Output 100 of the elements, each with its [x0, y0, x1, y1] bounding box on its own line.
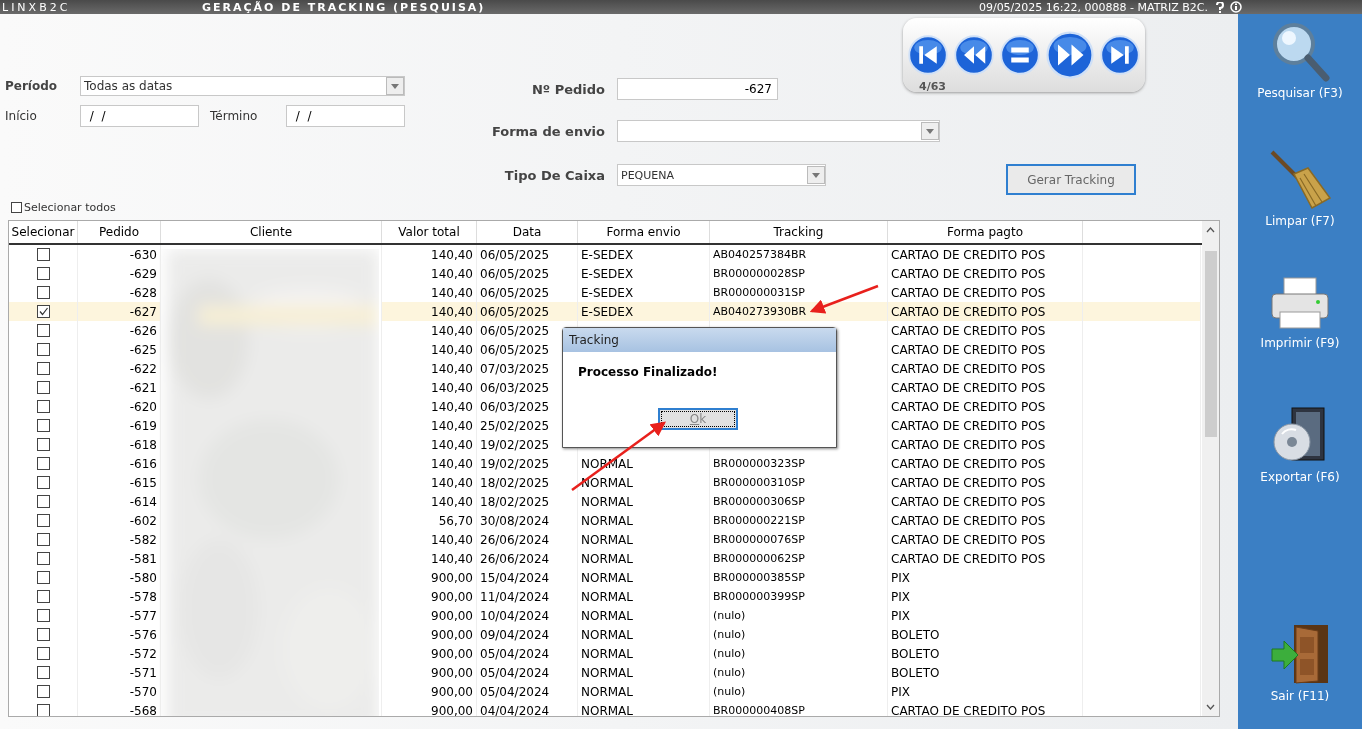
sidebar-button[interactable]: Imprimir (F9) [1256, 274, 1344, 402]
table-cell: 26/06/2024 [480, 551, 550, 566]
column-header[interactable]: Forma envio [578, 221, 710, 243]
sidebar-button[interactable]: Sair (F11) [1266, 621, 1334, 705]
end-date-field[interactable]: / / [286, 105, 405, 127]
first-icon[interactable] [908, 35, 948, 75]
scroll-up-icon[interactable] [1206, 227, 1215, 233]
checkbox[interactable] [36, 685, 50, 698]
table-cell: -616 [129, 456, 157, 471]
table-cell: 900,00 [431, 684, 473, 699]
table-cell: 05/04/2024 [480, 665, 550, 680]
checkbox[interactable] [36, 495, 50, 508]
info-icon[interactable] [1230, 1, 1242, 13]
table-cell: -578 [129, 589, 157, 604]
order-number-field[interactable]: -627 [617, 78, 778, 100]
scrollbar[interactable] [1202, 221, 1219, 716]
table-cell: CARTAO DE CREDITO POS [891, 323, 1046, 338]
table-cell: NORMAL [581, 589, 633, 604]
checkbox[interactable] [36, 305, 50, 318]
sidebar-button[interactable]: Limpar (F7) [1261, 146, 1339, 274]
checkbox[interactable] [36, 438, 50, 451]
table-cell: PIX [891, 589, 910, 604]
checkbox[interactable] [36, 533, 50, 546]
column-header[interactable]: Selecionar [9, 221, 78, 243]
broom-icon [1268, 148, 1332, 210]
checkbox[interactable] [36, 400, 50, 413]
checkbox[interactable] [36, 457, 50, 470]
table-cell: 19/02/2025 [480, 456, 550, 471]
column-header[interactable]: Cliente [161, 221, 382, 243]
scroll-down-icon[interactable] [1206, 704, 1215, 710]
table-cell: 04/04/2024 [480, 703, 550, 716]
search-icon [1270, 20, 1330, 82]
box-type-dropdown[interactable]: PEQUENA [617, 164, 826, 186]
table-cell: CARTAO DE CREDITO POS [891, 285, 1046, 300]
table-cell: (nulo) [713, 609, 746, 622]
help-icon[interactable] [1216, 1, 1224, 13]
checkbox[interactable] [36, 362, 50, 375]
table-cell: CARTAO DE CREDITO POS [891, 247, 1046, 262]
start-date-field[interactable]: / / [80, 105, 199, 127]
table-cell: 140,40 [431, 456, 473, 471]
table-cell: 140,40 [431, 418, 473, 433]
checkbox[interactable] [36, 590, 50, 603]
checkbox[interactable] [36, 419, 50, 432]
checkbox[interactable] [36, 609, 50, 622]
checkbox[interactable] [36, 704, 50, 716]
table-cell: -620 [129, 399, 157, 414]
rewind-icon[interactable] [954, 35, 994, 75]
checkbox[interactable] [36, 571, 50, 584]
checkbox[interactable] [36, 286, 50, 299]
checkbox[interactable] [36, 666, 50, 679]
sidebar-button[interactable]: Exportar (F6) [1256, 402, 1344, 530]
period-dropdown[interactable]: Todas as datas [80, 76, 405, 96]
table-cell: BR000000323SP [713, 457, 805, 470]
checkbox[interactable] [36, 647, 50, 660]
checkbox[interactable] [36, 324, 50, 337]
record-position: 4/63 [919, 80, 946, 93]
column-header[interactable]: Forma pagto [888, 221, 1083, 243]
checkbox[interactable] [36, 476, 50, 489]
table-cell: 140,40 [431, 380, 473, 395]
table-cell: 06/05/2025 [480, 304, 550, 319]
equals-icon[interactable] [1000, 35, 1040, 75]
table-cell: 140,40 [431, 247, 473, 262]
table-cell: -582 [129, 532, 157, 547]
table-cell: PIX [891, 608, 910, 623]
checkbox[interactable] [36, 248, 50, 261]
table-cell: 15/04/2024 [480, 570, 550, 585]
field-label: Período [5, 79, 59, 93]
table-cell: 140,40 [431, 494, 473, 509]
last-icon[interactable] [1100, 35, 1140, 75]
checkbox[interactable] [36, 267, 50, 280]
checkbox[interactable] [36, 514, 50, 527]
field-label: Nº Pedido [530, 81, 605, 97]
table-cell: -581 [129, 551, 157, 566]
column-header[interactable]: Valor total [382, 221, 477, 243]
table-cell: NORMAL [581, 646, 633, 661]
checkbox[interactable] [36, 552, 50, 565]
column-header[interactable]: Pedido [78, 221, 161, 243]
table-cell: 10/04/2024 [480, 608, 550, 623]
checkbox[interactable] [36, 381, 50, 394]
table-cell: PIX [891, 684, 910, 699]
table-cell: CARTAO DE CREDITO POS [891, 532, 1046, 547]
chevron-down-icon [812, 172, 820, 178]
table-cell: 140,40 [431, 475, 473, 490]
checkbox[interactable] [36, 343, 50, 356]
checkbox[interactable] [11, 202, 22, 213]
table-cell: 26/06/2024 [480, 532, 550, 547]
table-cell: -627 [129, 304, 157, 319]
column-header[interactable]: Data [477, 221, 578, 243]
table-cell: BR000000221SP [713, 514, 805, 527]
sidebar-button[interactable]: Pesquisar (F3) [1253, 18, 1347, 146]
table-cell: 900,00 [431, 627, 473, 642]
fast-forward-icon[interactable] [1046, 31, 1094, 79]
table-cell: NORMAL [581, 665, 633, 680]
field-label: Forma de envio [490, 123, 605, 139]
table-cell: -626 [129, 323, 157, 338]
column-header[interactable]: Tracking [710, 221, 888, 243]
generate-tracking-button[interactable]: Gerar Tracking [1006, 164, 1136, 195]
table-cell: NORMAL [581, 627, 633, 642]
checkbox[interactable] [36, 628, 50, 641]
table-cell: 140,40 [431, 551, 473, 566]
